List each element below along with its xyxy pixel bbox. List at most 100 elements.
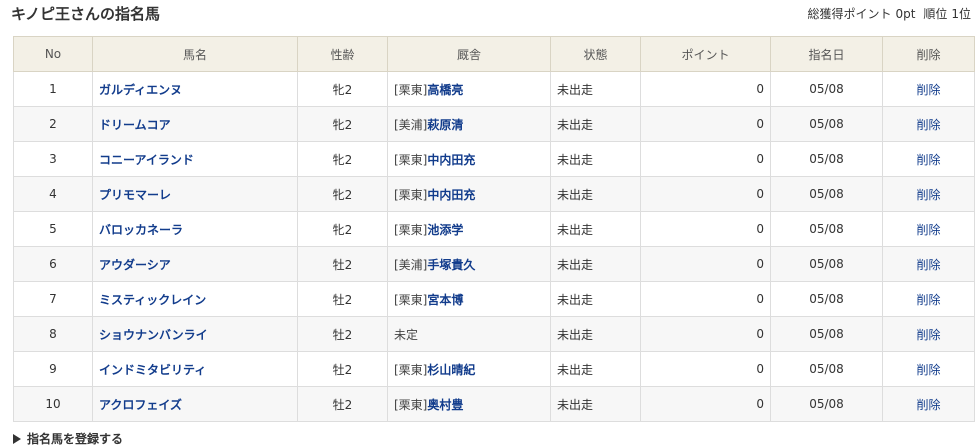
points-value: 0	[640, 246, 771, 282]
horse-name-link[interactable]: ガルディエンヌ	[99, 83, 182, 97]
stable-cell: [美浦]手塚貴久	[387, 246, 551, 282]
table-header-row: No 馬名 性齢 厩舎 状態 ポイント 指名日 削除	[13, 36, 975, 72]
race-status: 未出走	[550, 281, 641, 317]
trainer-link[interactable]: 池添学	[427, 223, 463, 237]
delete-link[interactable]: 削除	[916, 328, 940, 342]
delete-link[interactable]: 削除	[916, 153, 940, 167]
row-number: 8	[13, 316, 93, 352]
register-horse-label: 指名馬を登録する	[27, 432, 124, 446]
delete-cell: 削除	[882, 211, 975, 247]
delete-link[interactable]: 削除	[916, 118, 940, 132]
total-points-label: 総獲得ポイント	[807, 7, 892, 21]
nomination-date: 05/08	[770, 246, 883, 282]
trainer-link[interactable]: 奥村豊	[427, 398, 463, 412]
delete-cell: 削除	[882, 316, 975, 352]
training-center: [栗東]	[394, 397, 428, 412]
delete-link[interactable]: 削除	[916, 258, 940, 272]
race-status: 未出走	[550, 246, 641, 282]
horse-name-link[interactable]: ドリームコア	[99, 118, 171, 132]
nomination-date: 05/08	[770, 351, 883, 387]
horse-name-link[interactable]: アウダーシア	[99, 258, 171, 272]
stable-cell: [栗東]池添学	[387, 211, 551, 247]
points-value: 0	[640, 386, 771, 422]
training-center: [栗東]	[394, 222, 428, 237]
row-number: 4	[13, 176, 93, 212]
points-value: 0	[640, 281, 771, 317]
training-center: [栗東]	[394, 292, 428, 307]
sex-age: 牝2	[297, 71, 388, 107]
table-row: 2 ドリームコア 牝2 [美浦]萩原清 未出走 0 05/08 削除	[13, 106, 975, 142]
sex-age: 牝2	[297, 141, 388, 177]
nomination-date: 05/08	[770, 386, 883, 422]
horse-name-link[interactable]: アクロフェイズ	[99, 398, 182, 412]
trainer-link[interactable]: 高橋亮	[427, 83, 463, 97]
total-points-value: 0pt	[895, 7, 916, 21]
horse-name-link[interactable]: バロッカネーラ	[99, 223, 183, 237]
sex-age: 牡2	[297, 316, 388, 352]
delete-link[interactable]: 削除	[916, 83, 940, 97]
race-status: 未出走	[550, 351, 641, 387]
nominated-horses-table: No 馬名 性齢 厩舎 状態 ポイント 指名日 削除 1 ガルディエンヌ 牝2 [栗東…	[13, 36, 975, 422]
nomination-date: 05/08	[770, 106, 883, 142]
delete-link[interactable]: 削除	[916, 188, 940, 202]
table-row: 1 ガルディエンヌ 牝2 [栗東]高橋亮 未出走 0 05/08 削除	[13, 71, 975, 107]
horse-name-cell: プリモマーレ	[92, 176, 298, 212]
horse-name-link[interactable]: コニーアイランド	[99, 153, 194, 167]
delete-link[interactable]: 削除	[916, 293, 940, 307]
delete-link[interactable]: 削除	[916, 398, 940, 412]
trainer-link[interactable]: 杉山晴紀	[427, 363, 475, 377]
nomination-date: 05/08	[770, 71, 883, 107]
training-center: [栗東]	[394, 152, 428, 167]
race-status: 未出走	[550, 316, 641, 352]
trainer-link[interactable]: 中内田充	[427, 188, 475, 202]
trainer-link[interactable]: 宮本博	[427, 293, 463, 307]
race-status: 未出走	[550, 211, 641, 247]
horse-name-cell: ミスティックレイン	[92, 281, 298, 317]
stable-cell: [美浦]萩原清	[387, 106, 551, 142]
stable-cell: [栗東]奥村豊	[387, 386, 551, 422]
register-horse-link[interactable]: 指名馬を登録する	[13, 430, 123, 447]
table-row: 6 アウダーシア 牡2 [美浦]手塚貴久 未出走 0 05/08 削除	[13, 246, 975, 282]
stable-cell: [栗東]中内田充	[387, 176, 551, 212]
column-header-sex-age: 性齢	[297, 36, 388, 72]
delete-cell: 削除	[882, 246, 975, 282]
training-center: [栗東]	[394, 82, 428, 97]
nomination-date: 05/08	[770, 176, 883, 212]
column-header-no: No	[13, 36, 93, 72]
horse-name-cell: アウダーシア	[92, 246, 298, 282]
horse-name-link[interactable]: ミスティックレイン	[99, 293, 206, 307]
delete-link[interactable]: 削除	[916, 363, 940, 377]
table-row: 5 バロッカネーラ 牝2 [栗東]池添学 未出走 0 05/08 削除	[13, 211, 975, 247]
nomination-date: 05/08	[770, 316, 883, 352]
stable-cell: [栗東]高橋亮	[387, 71, 551, 107]
row-number: 1	[13, 71, 93, 107]
horse-name-cell: バロッカネーラ	[92, 211, 298, 247]
sex-age: 牝2	[297, 106, 388, 142]
race-status: 未出走	[550, 176, 641, 212]
horse-name-link[interactable]: インドミタビリティ	[99, 363, 206, 377]
trainer-link[interactable]: 手塚貴久	[427, 258, 475, 272]
points-value: 0	[640, 211, 771, 247]
horse-name-cell: ショウナンバンライ	[92, 316, 298, 352]
sex-age: 牡2	[297, 246, 388, 282]
points-value: 0	[640, 141, 771, 177]
rank-label: 順位	[923, 7, 948, 21]
delete-cell: 削除	[882, 141, 975, 177]
sex-age: 牡2	[297, 281, 388, 317]
stable-cell: 未定	[387, 316, 551, 352]
triangle-right-icon	[13, 434, 21, 444]
trainer-link[interactable]: 中内田充	[427, 153, 475, 167]
race-status: 未出走	[550, 71, 641, 107]
horse-name-link[interactable]: ショウナンバンライ	[99, 328, 208, 342]
horse-name-link[interactable]: プリモマーレ	[99, 188, 171, 202]
delete-link[interactable]: 削除	[916, 223, 940, 237]
training-center: [美浦]	[394, 257, 428, 272]
row-number: 9	[13, 351, 93, 387]
nomination-date: 05/08	[770, 211, 883, 247]
delete-cell: 削除	[882, 351, 975, 387]
rank-value: 1位	[951, 7, 971, 21]
points-value: 0	[640, 351, 771, 387]
race-status: 未出走	[550, 141, 641, 177]
sex-age: 牡2	[297, 351, 388, 387]
trainer-link[interactable]: 萩原清	[427, 118, 463, 132]
